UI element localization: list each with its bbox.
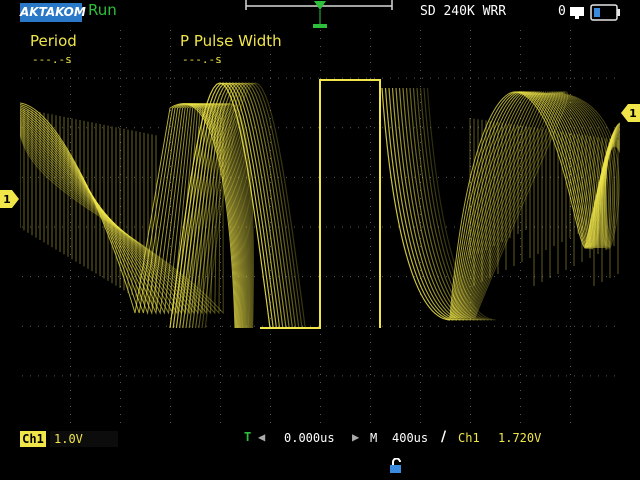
horizontal-position[interactable]: 0.000us <box>284 431 335 445</box>
measure-value-period: ---.-s <box>32 53 72 66</box>
acquisition-count: 0 <box>558 4 566 19</box>
usb-icon <box>570 7 584 19</box>
trigger-source[interactable]: Ch1 <box>458 431 480 445</box>
channel-marker-label: 1 <box>3 193 11 206</box>
battery-icon <box>590 4 620 21</box>
brand-logo: AKTAKOM <box>20 3 86 22</box>
arrow-left-icon[interactable]: ◀ <box>258 430 265 444</box>
time-per-div[interactable]: 400us <box>392 431 428 445</box>
info-bar: Ch1 1.0V T ◀ 0.000us ▶ M 400us / Ch1 1.7… <box>0 425 640 480</box>
run-stop-status[interactable]: Run <box>88 1 117 19</box>
measure-label-period: Period <box>30 32 77 50</box>
lock-open-icon[interactable] <box>389 458 405 474</box>
timebase-mode-label: M <box>370 431 378 445</box>
arrow-right-icon[interactable]: ▶ <box>352 430 359 444</box>
trigger-position-icon: T <box>244 430 252 444</box>
waveform-screen[interactable]: Period ---.-s P Pulse Width ---.-s <box>20 28 620 425</box>
measure-label-pulse-width: P Pulse Width <box>180 32 282 50</box>
memory-depth: SD 240K WRR <box>420 4 507 19</box>
measure-value-pulse-width: ---.-s <box>182 53 222 66</box>
ch1-button[interactable]: Ch1 <box>20 431 46 447</box>
rising-edge-icon[interactable]: / <box>441 429 446 445</box>
ch1-waveform <box>20 79 620 329</box>
trigger-level-marker-label: 1 <box>629 107 637 120</box>
ch1-volts-per-div[interactable]: 1.0V <box>50 431 118 447</box>
trigger-level-marker-icon[interactable]: 1 <box>621 104 640 122</box>
trigger-level[interactable]: 1.720V <box>498 431 541 445</box>
channel-marker-icon[interactable]: 1 <box>0 190 20 208</box>
status-bar: AKTAKOM Run T SD 240K WRR 0 <box>0 0 640 41</box>
